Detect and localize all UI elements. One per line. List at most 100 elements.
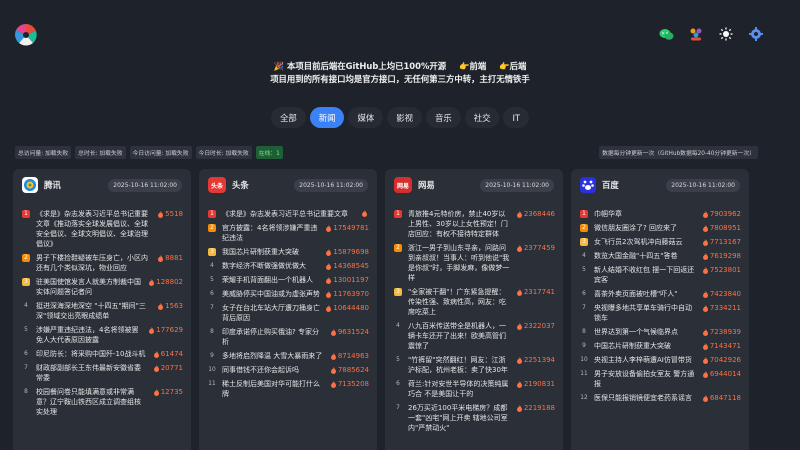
news-title[interactable]: 巾帼华章: [594, 209, 697, 219]
news-title[interactable]: 女飞行员2次驾机冲向藤菇云: [594, 237, 697, 247]
news-title[interactable]: 荣耀手机背面翻出一个机器人: [222, 275, 320, 285]
news-item[interactable]: 5 新人结婚不收红包 摆一下回返还宾客 7523801: [580, 265, 741, 285]
news-item[interactable]: 3 我国芯片研制获重大突破 15879698: [208, 247, 369, 257]
news-item[interactable]: 5 涉嫌严重违纪违法，4名将领被罢免人大代表原因披露 177629: [22, 325, 183, 345]
heat-value: 7713167: [702, 238, 741, 246]
news-item[interactable]: 4 数字经济不断做强做优做大 14368545: [208, 261, 369, 271]
news-item[interactable]: 10 同事借钱不还你会起诉吗 7885624: [208, 365, 369, 375]
heat-number: 12735: [160, 388, 183, 396]
news-item[interactable]: 2 官方披露：4名将领涉嫌严重违纪违法 17549781: [208, 223, 369, 243]
news-item[interactable]: 1 《求是》杂志发表习近平总书记重要文章《推动落实全球发展倡议、全球安全倡议、全球…: [22, 209, 183, 249]
news-title[interactable]: 男子安放设备偷拍女室友 警方通报: [594, 369, 697, 389]
news-item[interactable]: 5 荣耀手机背面翻出一个机器人 13001197: [208, 275, 369, 285]
news-title[interactable]: 喜茶外卖页面被吐槽"吓人": [594, 289, 697, 299]
news-item[interactable]: 6 喜茶外卖页面被吐槽"吓人" 7423840: [580, 289, 741, 299]
flame-icon: [326, 290, 332, 298]
news-list: 1 《求是》杂志发表习近平总书记重要文章《推动落实全球发展倡议、全球安全倡议、全球…: [13, 201, 191, 417]
news-title[interactable]: 央视曝多地共享单车骑行中自动锁车: [594, 303, 697, 323]
news-item[interactable]: 1 《求是》杂志发表习近平总书记重要文章: [208, 209, 369, 219]
community-icon[interactable]: [688, 26, 704, 42]
news-item[interactable]: 10 央视主持人李梓萌遭AI仿冒带货 7042926: [580, 355, 741, 365]
news-item[interactable]: 6 印尼防长：将采购中国歼-10战斗机 61474: [22, 349, 183, 359]
news-title[interactable]: 浙江一男子到山东寻亲，问路问到亲叔叔！当事人：听到他说"我是你叔"时，手脚发麻，…: [408, 243, 511, 283]
news-title[interactable]: 《求是》杂志发表习近平总书记重要文章《推动落实全球发展倡议、全球安全倡议、全球文…: [36, 209, 152, 249]
news-title[interactable]: 印尼防长：将采购中国歼-10战斗机: [36, 349, 148, 359]
frontend-link[interactable]: 👉前端: [459, 61, 486, 71]
news-item[interactable]: 1 巾帼华章 7903962: [580, 209, 741, 219]
theme-sun-icon[interactable]: [718, 26, 734, 42]
news-item[interactable]: 7 财政部副部长王东伟最新安徽省委常委 20771: [22, 363, 183, 383]
heat-value: 7808951: [702, 224, 741, 232]
rank-badge: 1: [22, 210, 30, 218]
heat-number: 7135208: [337, 380, 369, 388]
news-item[interactable]: 7 26万买近100平米电梯房？成都一套"凶宅"网上开卖 辖地公司室内"严禁动火"…: [394, 403, 555, 433]
news-title[interactable]: 青旅推4元特价房，禁止40岁以上男性、30岁以上女性预定！门店回应：有权不接待特…: [408, 209, 511, 239]
news-item[interactable]: 11 男子安放设备偷拍女室友 警方通报 6944014: [580, 369, 741, 389]
news-item[interactable]: 1 青旅推4元特价房，禁止40岁以上男性、30岁以上女性预定！门店回应：有权不接待…: [394, 209, 555, 239]
news-title[interactable]: 我国芯片研制获重大突破: [222, 247, 320, 257]
news-item[interactable]: 4 八九百米传送带全是机器人，一辆卡车还开了出来！欧美高管们震惊了 2322037: [394, 321, 555, 351]
news-title[interactable]: 男子下楼捡鞋疑被车压身亡，小区内还有几个类似深坑，物业回应: [36, 253, 152, 273]
news-title[interactable]: 微信朋友圈涂了? 回应来了: [594, 223, 697, 233]
news-title[interactable]: 26万买近100平米电梯房？成都一套"凶宅"网上开卖 辖地公司室内"严禁动火": [408, 403, 511, 433]
news-title[interactable]: 稀土反制后美国对华可能打什么牌: [222, 379, 325, 399]
backend-link[interactable]: 👉后端: [499, 61, 526, 71]
news-item[interactable]: 7 央视曝多地共享单车骑行中自动锁车 7334211: [580, 303, 741, 323]
wechat-icon[interactable]: [658, 26, 674, 42]
news-item[interactable]: 5 "竹裤留"突然翻红！网友：江浙沪标配，杭州老板：卖了快30年 2251394: [394, 355, 555, 375]
news-item[interactable]: 2 男子下楼捡鞋疑被车压身亡，小区内还有几个类似深坑，物业回应 8881: [22, 253, 183, 273]
news-title[interactable]: 《求是》杂志发表习近平总书记重要文章: [222, 209, 356, 219]
news-item[interactable]: 8 世界达到第一个气候临界点 7238939: [580, 327, 741, 337]
news-title[interactable]: 校园餐问卷只能填满意或非常满意？辽宁鞍山铁西区成立调查组核实处理: [36, 387, 148, 417]
news-item[interactable]: 11 稀土反制后美国对华可能打什么牌 7135208: [208, 379, 369, 399]
news-title[interactable]: 美威胁停买中国油或为虚张声势: [222, 289, 320, 299]
news-item[interactable]: 4 挺进深海深地深空 "十四五"期间"三深"领域交出亮眼成绩单 1563: [22, 301, 183, 321]
news-item[interactable]: 3 驻美国使馆发言人就美方制裁中国实体问题答记者问 128802: [22, 277, 183, 297]
news-title[interactable]: 八九百米传送带全是机器人，一辆卡车还开了出来！欧美高管们震惊了: [408, 321, 511, 351]
heat-number: 61474: [160, 350, 183, 358]
news-item[interactable]: 12 医保只能报销镜便宜老药系谣言 6847118: [580, 393, 741, 403]
settings-gear-icon[interactable]: [748, 26, 764, 42]
news-title[interactable]: 荷兰:针对安世半导体的决策纯属巧合 不是美国让干的: [408, 379, 511, 399]
news-title[interactable]: 同事借钱不还你会起诉吗: [222, 365, 325, 375]
news-item[interactable]: 3 女飞行员2次驾机冲向藤菇云 7713167: [580, 237, 741, 247]
tab-social[interactable]: 社交: [464, 107, 500, 128]
tab-news[interactable]: 新闻: [309, 107, 345, 128]
news-title[interactable]: 数字经济不断做强做优做大: [222, 261, 320, 271]
news-title[interactable]: 驻美国使馆发言人就美方制裁中国实体问题答记者问: [36, 277, 143, 297]
news-item[interactable]: 4 数览大国金融"十四五"答卷 7619298: [580, 251, 741, 261]
news-title[interactable]: 中国芯片研制获重大突破: [594, 341, 697, 351]
news-item[interactable]: 9 多地将启烈降温 大雪大暴雨来了 8714963: [208, 351, 369, 361]
news-item[interactable]: 6 美威胁停买中国油或为虚张声势 11763970: [208, 289, 369, 299]
news-item[interactable]: 2 微信朋友圈涂了? 回应来了 7808951: [580, 223, 741, 233]
news-item[interactable]: 6 荷兰:针对安世半导体的决策纯属巧合 不是美国让干的 2190831: [394, 379, 555, 399]
news-title[interactable]: 财政部副部长王东伟最新安徽省委常委: [36, 363, 148, 383]
news-item[interactable]: 7 女子在台北车站大厅遭刀捅身亡背后原因 10644480: [208, 303, 369, 323]
news-item[interactable]: 9 中国芯片研制获重大突破 7143471: [580, 341, 741, 351]
news-item[interactable]: 8 校园餐问卷只能填满意或非常满意？辽宁鞍山铁西区成立调查组核实处理 12735: [22, 387, 183, 417]
news-item[interactable]: 2 浙江一男子到山东寻亲，问路问到亲叔叔！当事人：听到他说"我是你叔"时，手脚发麻…: [394, 243, 555, 283]
tab-media[interactable]: 媒体: [348, 107, 384, 128]
news-title[interactable]: 世界达到第一个气候临界点: [594, 327, 697, 337]
news-item[interactable]: 3 "全家被干翻"！广东紧急提醒：传染性强、致病性高，网友：吃席吃菜上 231774…: [394, 287, 555, 317]
news-title[interactable]: 央视主持人李梓萌遭AI仿冒带货: [594, 355, 697, 365]
news-title[interactable]: 新人结婚不收红包 摆一下回返还宾客: [594, 265, 697, 285]
news-title[interactable]: 多地将启烈降温 大雪大暴雨来了: [222, 351, 325, 361]
news-title[interactable]: 涉嫌严重违纪违法，4名将领被罢免人大代表原因披露: [36, 325, 143, 345]
tab-it[interactable]: IT: [503, 107, 530, 128]
news-item[interactable]: 8 印度承诺停止购买俄油? 专家分析 9631524: [208, 327, 369, 347]
news-title[interactable]: 女子在台北车站大厅遭刀捅身亡背后原因: [222, 303, 320, 323]
tab-music[interactable]: 音乐: [425, 107, 461, 128]
news-card-tencent: 腾讯 2025-10-16 11:02:00 1 《求是》杂志发表习近平总书记重要文章…: [13, 169, 191, 450]
news-title[interactable]: "全家被干翻"！广东紧急提醒：传染性强、致病性高，网友：吃席吃菜上: [408, 287, 511, 317]
tab-video[interactable]: 影视: [387, 107, 422, 128]
tab-all[interactable]: 全部: [270, 107, 306, 128]
news-title[interactable]: 医保只能报销镜便宜老药系谣言: [594, 393, 697, 403]
news-title[interactable]: 官方披露：4名将领涉嫌严重违纪违法: [222, 223, 320, 243]
news-title[interactable]: 挺进深海深地深空 "十四五"期间"三深"领域交出亮眼成绩单: [36, 301, 152, 321]
app-logo[interactable]: [13, 22, 39, 48]
news-title[interactable]: 数览大国金融"十四五"答卷: [594, 251, 697, 261]
rank-badge: 5: [582, 267, 586, 273]
news-title[interactable]: "竹裤留"突然翻红！网友：江浙沪标配，杭州老板：卖了快30年: [408, 355, 511, 375]
news-title[interactable]: 印度承诺停止购买俄油? 专家分析: [222, 327, 325, 347]
